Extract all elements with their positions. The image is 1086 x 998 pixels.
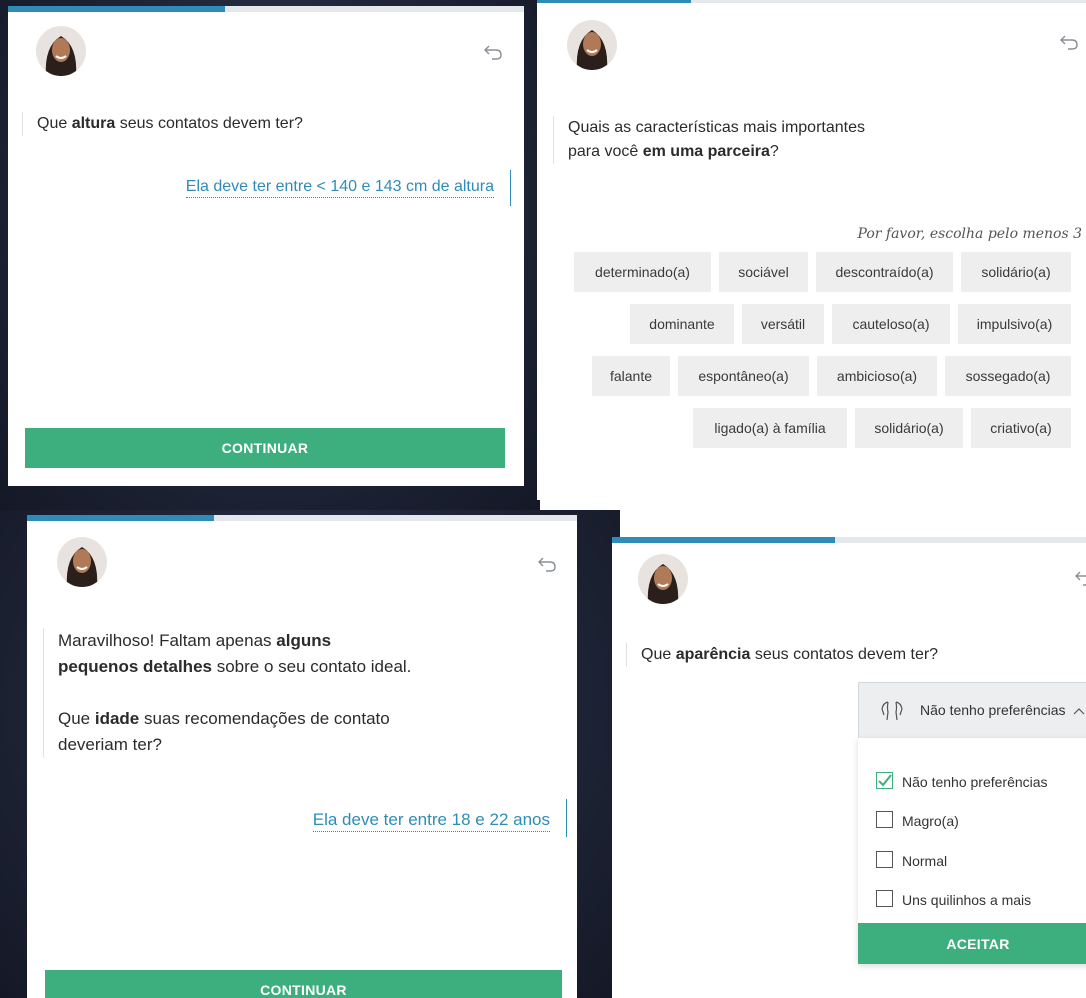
panel-height-question: Que altura seus contatos devem ter? Ela … bbox=[8, 6, 524, 486]
trait-chip[interactable]: sociável bbox=[719, 252, 808, 292]
trait-chip[interactable]: sossegado(a) bbox=[945, 356, 1071, 396]
progress-bar bbox=[27, 515, 577, 521]
appearance-options-list: Não tenho preferências Magro(a) Normal U… bbox=[858, 738, 1086, 964]
trait-chip[interactable]: impulsivo(a) bbox=[958, 304, 1071, 344]
trait-chip[interactable]: cauteloso(a) bbox=[832, 304, 950, 344]
checkbox[interactable] bbox=[876, 890, 893, 907]
trait-chip[interactable]: descontraído(a) bbox=[816, 252, 953, 292]
panel-appearance-question: Que aparência seus contatos devem ter? N… bbox=[612, 537, 1086, 998]
trait-chip[interactable]: criativo(a) bbox=[971, 408, 1071, 448]
avatar bbox=[57, 537, 107, 587]
panel-age-question: Maravilhoso! Faltam apenas alguns pequen… bbox=[27, 515, 577, 998]
dropdown-value: Não tenho preferências bbox=[920, 702, 1066, 718]
trait-chip[interactable]: falante bbox=[592, 356, 670, 396]
trait-chip[interactable]: espontâneo(a) bbox=[678, 356, 809, 396]
trait-chip[interactable]: solidário(a) bbox=[855, 408, 963, 448]
answer-bracket bbox=[504, 170, 511, 206]
answer-bracket bbox=[560, 799, 567, 837]
continue-button[interactable]: CONTINUAR bbox=[45, 970, 562, 998]
appearance-dropdown[interactable]: Não tenho preferências bbox=[858, 682, 1086, 740]
continue-button[interactable]: CONTINUAR bbox=[25, 428, 505, 468]
body-shape-icon bbox=[881, 701, 903, 721]
trait-chip[interactable]: ambicioso(a) bbox=[817, 356, 937, 396]
back-arrow-icon[interactable] bbox=[1074, 570, 1086, 586]
avatar bbox=[567, 20, 617, 70]
question-text: Quais as características mais importante… bbox=[553, 116, 1068, 164]
back-arrow-icon[interactable] bbox=[537, 556, 557, 572]
message-text: Maravilhoso! Faltam apenas alguns pequen… bbox=[43, 628, 538, 758]
chevron-up-icon bbox=[1073, 708, 1085, 715]
avatar bbox=[36, 26, 86, 76]
progress-bar bbox=[612, 537, 1086, 543]
checkbox[interactable] bbox=[876, 851, 893, 868]
answer-link[interactable]: Ela deve ter entre 18 e 22 anos bbox=[312, 810, 550, 832]
avatar bbox=[638, 554, 688, 604]
trait-chip[interactable]: dominante bbox=[630, 304, 734, 344]
question-text: Que aparência seus contatos devem ter? bbox=[626, 643, 1061, 667]
panel-traits-question: Quais as características mais importante… bbox=[537, 0, 1086, 500]
trait-chip[interactable]: determinado(a) bbox=[574, 252, 711, 292]
question-text: Que altura seus contatos devem ter? bbox=[22, 112, 497, 136]
answer-link[interactable]: Ela deve ter entre < 140 e 143 cm de alt… bbox=[185, 178, 494, 198]
progress-bar bbox=[537, 0, 1086, 3]
trait-chip[interactable]: ligado(a) à família bbox=[693, 408, 847, 448]
trait-chip[interactable]: solidário(a) bbox=[961, 252, 1071, 292]
back-arrow-icon[interactable] bbox=[1059, 34, 1079, 50]
selection-hint: Por favor, escolha pelo menos 3 bbox=[857, 226, 1082, 242]
back-arrow-icon[interactable] bbox=[483, 44, 503, 60]
progress-bar bbox=[8, 6, 524, 12]
checkbox[interactable] bbox=[876, 811, 893, 828]
trait-chip[interactable]: versátil bbox=[742, 304, 824, 344]
checkbox[interactable] bbox=[876, 772, 893, 789]
accept-button[interactable]: ACEITAR bbox=[858, 923, 1086, 964]
checkmark-icon bbox=[878, 774, 892, 787]
